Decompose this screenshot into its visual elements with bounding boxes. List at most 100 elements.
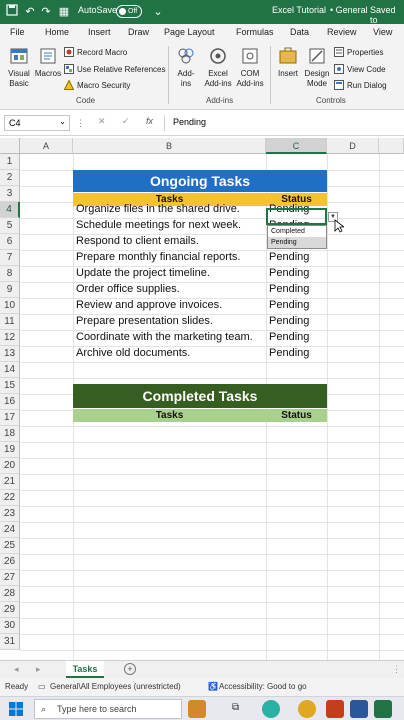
word-icon[interactable] — [350, 700, 368, 718]
excel-addins-button[interactable]: Excel Add-ins — [202, 46, 234, 89]
redo-icon[interactable]: ↷ — [38, 4, 54, 20]
row-header-3[interactable]: 3 — [0, 186, 20, 202]
row-header-20[interactable]: 20 — [0, 458, 20, 474]
row-header-30[interactable]: 30 — [0, 618, 20, 634]
task-cell[interactable]: Order office supplies. — [76, 283, 266, 295]
status-cell[interactable]: Pending — [269, 347, 325, 359]
view-code-button[interactable]: View Code — [334, 64, 386, 74]
save-icon[interactable] — [4, 4, 20, 20]
menu-draw[interactable]: Draw — [128, 27, 149, 37]
status-cell[interactable]: Pending — [269, 299, 325, 311]
column-header-d[interactable]: D — [327, 138, 379, 154]
status-cell[interactable]: Pending — [269, 315, 325, 327]
status-cell[interactable]: Pending — [269, 331, 325, 343]
row-header-31[interactable]: 31 — [0, 634, 20, 650]
column-header-b[interactable]: B — [73, 138, 266, 154]
row-header-6[interactable]: 6 — [0, 234, 20, 250]
add-sheet-icon[interactable]: + — [124, 663, 136, 675]
function-icon[interactable]: fx — [146, 116, 153, 126]
row-header-24[interactable]: 24 — [0, 522, 20, 538]
task-view-icon[interactable]: ⧉ — [232, 702, 239, 713]
enter-icon[interactable]: ✓ — [122, 116, 130, 127]
row-header-18[interactable]: 18 — [0, 426, 20, 442]
task-cell[interactable]: Coordinate with the marketing team. — [76, 331, 266, 343]
column-header-a[interactable]: A — [20, 138, 73, 154]
menu-page-layout[interactable]: Page Layout — [164, 27, 215, 37]
row-header-4[interactable]: 4 — [0, 202, 20, 218]
macros-button[interactable]: Macros — [34, 46, 62, 79]
sensitivity-status[interactable]: General\All Employees (unrestricted) — [50, 682, 181, 691]
row-header-29[interactable]: 29 — [0, 602, 20, 618]
record-macro-button[interactable]: Record Macro — [64, 47, 127, 57]
row-header-16[interactable]: 16 — [0, 394, 20, 410]
row-header-27[interactable]: 27 — [0, 570, 20, 586]
excel-taskbar-icon[interactable] — [374, 700, 392, 718]
row-header-23[interactable]: 23 — [0, 506, 20, 522]
macro-security-button[interactable]: Macro Security — [63, 79, 130, 90]
quick-access-icon[interactable]: ⌄ — [150, 4, 166, 20]
row-header-12[interactable]: 12 — [0, 330, 20, 346]
accessibility-status[interactable]: Accessibility: Good to go — [219, 682, 307, 691]
briefcase-icon[interactable] — [188, 700, 206, 718]
task-cell[interactable]: Organize files in the shared drive. — [76, 203, 266, 215]
run-dialog-button[interactable]: Run Dialog — [334, 80, 387, 90]
undo-icon[interactable]: ↶ — [22, 4, 38, 20]
select-all-corner[interactable] — [0, 138, 20, 154]
name-box[interactable]: C4 ⌄ — [4, 115, 70, 131]
visual-basic-button[interactable]: Visual Basic — [4, 46, 34, 89]
active-cell-c4[interactable] — [266, 208, 327, 225]
addins-button[interactable]: Add- ins — [172, 46, 200, 89]
chrome-icon[interactable] — [298, 700, 316, 718]
menu-formulas[interactable]: Formulas — [236, 27, 274, 37]
properties-button[interactable]: Properties — [334, 47, 383, 57]
menu-view[interactable]: View — [373, 27, 392, 37]
row-header-11[interactable]: 11 — [0, 314, 20, 330]
menu-file[interactable]: File — [10, 27, 25, 37]
scroll-left-icon[interactable]: ◂ — [14, 664, 19, 675]
formula-input[interactable]: Pending — [164, 115, 400, 131]
menu-review[interactable]: Review — [327, 27, 357, 37]
status-cell[interactable]: Pending — [269, 251, 325, 263]
powerpoint-icon[interactable] — [326, 700, 344, 718]
cancel-icon[interactable]: ✕ — [98, 116, 106, 127]
task-cell[interactable]: Respond to client emails. — [76, 235, 266, 247]
task-cell[interactable]: Prepare presentation slides. — [76, 315, 266, 327]
status-cell[interactable]: Pending — [269, 267, 325, 279]
edge-icon[interactable] — [262, 700, 280, 718]
row-header-17[interactable]: 17 — [0, 410, 20, 426]
task-cell[interactable]: Review and approve invoices. — [76, 299, 266, 311]
row-header-10[interactable]: 10 — [0, 298, 20, 314]
design-mode-button[interactable]: Design Mode — [302, 46, 332, 89]
insert-control-button[interactable]: Insert — [274, 46, 302, 79]
menu-data[interactable]: Data — [290, 27, 309, 37]
menu-home[interactable]: Home — [45, 27, 69, 37]
row-header-25[interactable]: 25 — [0, 538, 20, 554]
status-cell[interactable]: Pending — [269, 283, 325, 295]
autosave-toggle[interactable]: Off — [116, 5, 142, 18]
task-cell[interactable]: Archive old documents. — [76, 347, 266, 359]
row-header-28[interactable]: 28 — [0, 586, 20, 602]
task-cell[interactable]: Schedule meetings for next week. — [76, 219, 266, 231]
row-header-21[interactable]: 21 — [0, 474, 20, 490]
sheet-tab-tasks[interactable]: Tasks — [66, 661, 104, 678]
use-relative-references-button[interactable]: Use Relative References — [64, 64, 165, 74]
row-header-9[interactable]: 9 — [0, 282, 20, 298]
row-header-14[interactable]: 14 — [0, 362, 20, 378]
task-cell[interactable]: Update the project timeline. — [76, 267, 266, 279]
task-cell[interactable]: Prepare monthly financial reports. — [76, 251, 266, 263]
column-header-c[interactable]: C — [266, 138, 327, 154]
row-header-19[interactable]: 19 — [0, 442, 20, 458]
row-header-13[interactable]: 13 — [0, 346, 20, 362]
taskbar-search-box[interactable]: ⌕ Type here to search — [34, 699, 182, 719]
column-header-e[interactable] — [379, 138, 404, 154]
more-options-icon[interactable]: ⋮ — [76, 118, 85, 129]
grid-icon[interactable]: ▦ — [56, 4, 72, 20]
dropdown-option-completed[interactable]: Completed — [268, 226, 326, 237]
scroll-right-icon[interactable]: ▸ — [36, 664, 41, 675]
row-header-8[interactable]: 8 — [0, 266, 20, 282]
row-header-5[interactable]: 5 — [0, 218, 20, 234]
dropdown-option-pending[interactable]: Pending — [268, 237, 326, 248]
row-header-7[interactable]: 7 — [0, 250, 20, 266]
sensitivity-label[interactable]: • General — [330, 5, 368, 15]
row-header-26[interactable]: 26 — [0, 554, 20, 570]
